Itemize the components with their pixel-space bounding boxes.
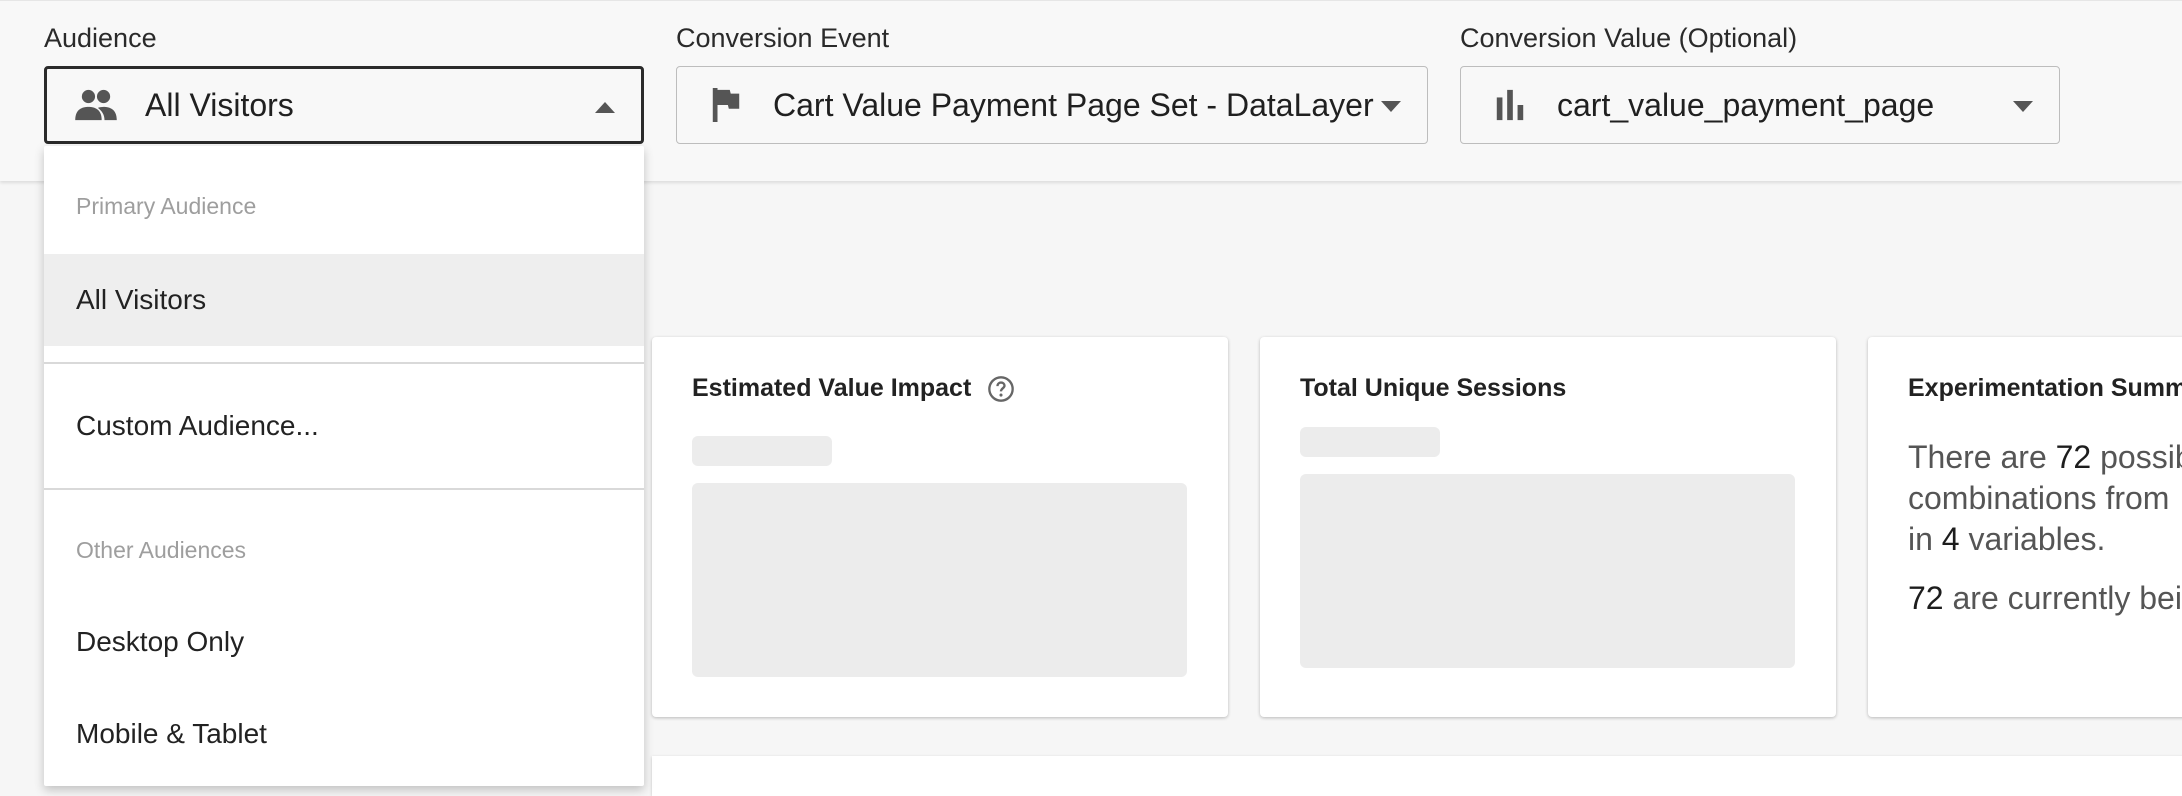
chevron-up-icon bbox=[595, 102, 615, 113]
bar-chart-icon bbox=[1487, 85, 1533, 125]
audience-value: All Visitors bbox=[145, 86, 294, 123]
chevron-down-icon bbox=[2013, 101, 2033, 112]
skeleton-placeholder bbox=[692, 436, 832, 466]
conversion-value-label: Conversion Value (Optional) bbox=[1460, 23, 1798, 53]
conversion-value-select[interactable]: cart_value_payment_page bbox=[1460, 66, 2060, 144]
menu-divider bbox=[44, 488, 644, 490]
primary-audience-header: Primary Audience bbox=[76, 193, 257, 219]
conversion-event-label: Conversion Event bbox=[676, 23, 890, 53]
help-icon[interactable] bbox=[987, 375, 1015, 403]
skeleton-placeholder bbox=[1300, 474, 1795, 668]
audience-option-all-visitors[interactable]: All Visitors bbox=[44, 254, 644, 346]
audience-select[interactable]: All Visitors bbox=[44, 66, 644, 144]
experimentation-summary-card: Experimentation Summary There are 72 pos… bbox=[1868, 337, 2182, 717]
lower-card bbox=[652, 756, 2182, 796]
skeleton-placeholder bbox=[692, 483, 1187, 677]
other-audiences-header: Other Audiences bbox=[76, 537, 247, 563]
conversion-value-value: cart_value_payment_page bbox=[1557, 86, 1935, 123]
estimated-value-card: Estimated Value Impact bbox=[652, 337, 1228, 717]
conversion-event-select[interactable]: Cart Value Payment Page Set - DataLayer bbox=[676, 66, 1428, 144]
audience-dropdown-menu: Primary Audience All Visitors Custom Aud… bbox=[44, 146, 644, 786]
flag-icon bbox=[703, 85, 749, 125]
audience-option-custom[interactable]: Custom Audience... bbox=[44, 380, 644, 472]
card-title: Estimated Value Impact bbox=[692, 374, 1015, 403]
sessions-title: Total Unique Sessions bbox=[1300, 374, 1567, 402]
audience-option-mobile-tablet[interactable]: Mobile & Tablet bbox=[44, 688, 644, 780]
menu-divider bbox=[44, 362, 644, 364]
people-icon bbox=[73, 85, 119, 125]
skeleton-placeholder bbox=[1300, 427, 1440, 457]
estimated-value-title: Estimated Value Impact bbox=[692, 374, 972, 402]
audience-option-desktop[interactable]: Desktop Only bbox=[44, 596, 644, 688]
audience-label: Audience bbox=[44, 23, 157, 53]
summary-text: There are 72 possible combinations from … bbox=[1908, 439, 2182, 616]
conversion-event-value: Cart Value Payment Page Set - DataLayer bbox=[773, 86, 1374, 123]
chevron-down-icon bbox=[1381, 101, 1401, 112]
unique-sessions-card: Total Unique Sessions bbox=[1260, 337, 1836, 717]
summary-title: Experimentation Summary bbox=[1908, 374, 2182, 402]
